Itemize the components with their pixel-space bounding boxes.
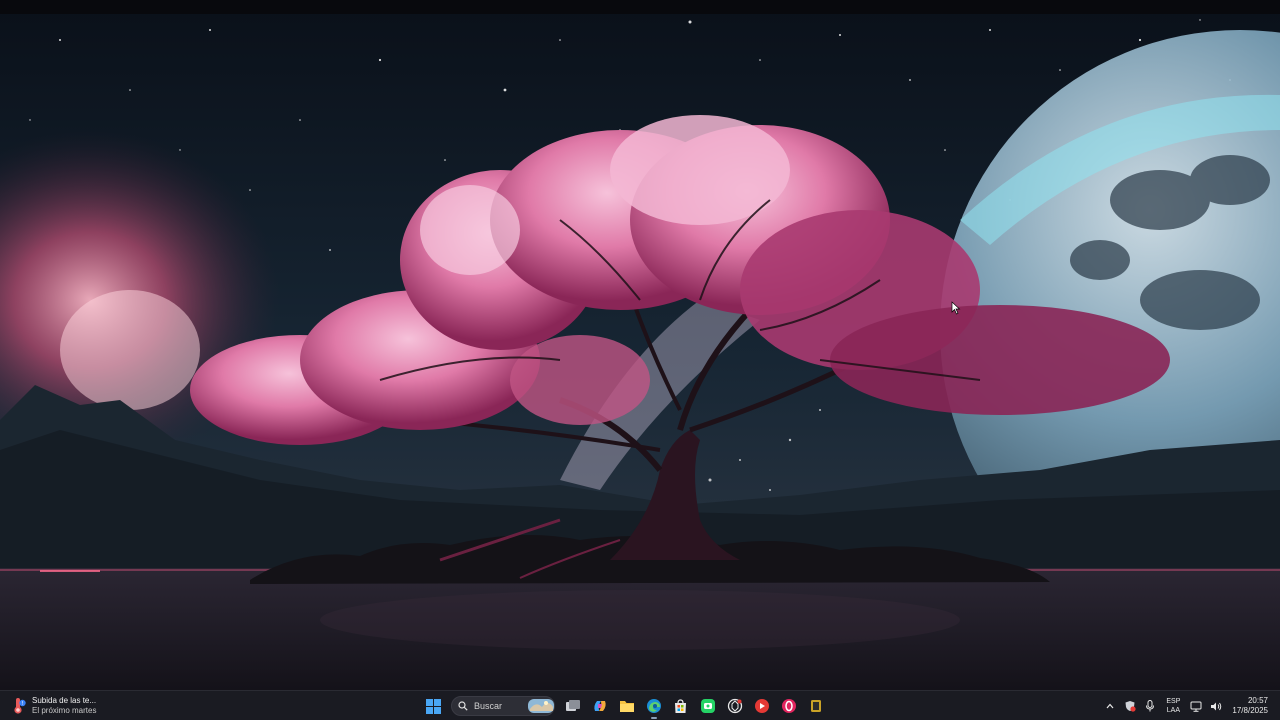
network-monitor-icon: [1190, 701, 1202, 712]
app-button[interactable]: [802, 692, 829, 720]
clock[interactable]: 20:57 17/8/2025: [1226, 692, 1274, 720]
clock-time: 20:57: [1247, 696, 1268, 705]
desktop: ! Subida de las te... El próximo martes: [0, 0, 1280, 720]
task-view-button[interactable]: [559, 692, 586, 720]
chevron-up-icon: [1106, 703, 1114, 709]
start-button[interactable]: [420, 692, 447, 720]
file-explorer-button[interactable]: [613, 692, 640, 720]
weather-thermometer-icon: !: [10, 697, 26, 715]
security-tray-button[interactable]: [1120, 692, 1140, 720]
task-view-icon: [565, 700, 580, 711]
weather-widget-subtitle: El próximo martes: [32, 706, 97, 715]
opera-icon: [781, 699, 796, 713]
microphone-icon: [1146, 700, 1155, 712]
weather-widget-title: Subida de las te...: [32, 696, 97, 705]
volume-button[interactable]: [1206, 692, 1226, 720]
search-box[interactable]: Buscar: [451, 696, 555, 716]
wallpaper-image: [0, 0, 1280, 720]
search-highlight-icon: [528, 699, 554, 713]
app-icon: [810, 700, 821, 712]
weather-widget[interactable]: ! Subida de las te... El próximo martes: [10, 694, 96, 718]
show-hidden-icons-button[interactable]: [1100, 692, 1120, 720]
copilot-icon: [593, 701, 606, 711]
taskbar-center: Buscar: [420, 691, 829, 720]
search-icon: [458, 701, 468, 711]
whatsapp-button[interactable]: [694, 692, 721, 720]
microsoft-store-icon: [675, 698, 686, 713]
youtube-icon: [754, 699, 769, 713]
system-tray: ESP LAA 20:57 17/8/2025: [1100, 691, 1274, 720]
keyboard-layout: LAA: [1166, 707, 1181, 714]
microphone-button[interactable]: [1140, 692, 1160, 720]
edge-icon: [646, 699, 661, 713]
window-top-bar: [0, 0, 1280, 14]
speaker-icon: [1211, 702, 1222, 710]
youtube-button[interactable]: [748, 692, 775, 720]
network-button[interactable]: [1186, 692, 1206, 720]
language-indicator[interactable]: ESP LAA: [1160, 692, 1186, 720]
copilot-button[interactable]: [586, 692, 613, 720]
chatgpt-icon: [727, 698, 742, 714]
search-label: Buscar: [474, 701, 503, 711]
language-code: ESP: [1166, 698, 1181, 705]
start-icon: [426, 698, 441, 714]
microsoft-store-button[interactable]: [667, 692, 694, 720]
file-explorer-icon: [619, 701, 634, 712]
taskbar: ! Subida de las te... El próximo martes: [0, 690, 1280, 720]
edge-button[interactable]: [640, 692, 667, 720]
shield-alert-icon: [1125, 701, 1137, 712]
mouse-cursor-icon: [951, 301, 961, 315]
whatsapp-icon: [700, 699, 715, 713]
svg-text:!: !: [21, 701, 23, 707]
opera-button[interactable]: [775, 692, 802, 720]
clock-date: 17/8/2025: [1232, 706, 1268, 715]
chatgpt-button[interactable]: [721, 692, 748, 720]
